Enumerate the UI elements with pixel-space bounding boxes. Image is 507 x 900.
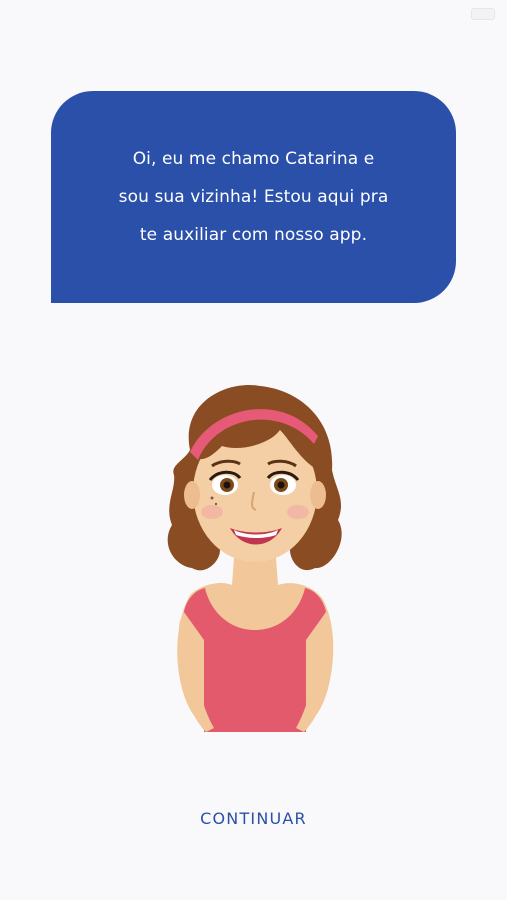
continue-button[interactable]: CONTINUAR (0, 800, 507, 836)
speech-bubble: Oi, eu me chamo Catarina e sou sua vizin… (51, 91, 456, 303)
woman-avatar-icon (167, 384, 342, 732)
status-bar (0, 0, 507, 30)
speech-line: sou sua vizinha! Estou aqui pra (118, 187, 389, 207)
battery-icon (471, 8, 495, 20)
avatar (150, 380, 360, 740)
speech-line: Oi, eu me chamo Catarina e (132, 149, 375, 169)
speech-line: te auxiliar com nosso app. (139, 225, 368, 245)
speech-text: Oi, eu me chamo Catarina e sou sua vizin… (84, 140, 424, 254)
